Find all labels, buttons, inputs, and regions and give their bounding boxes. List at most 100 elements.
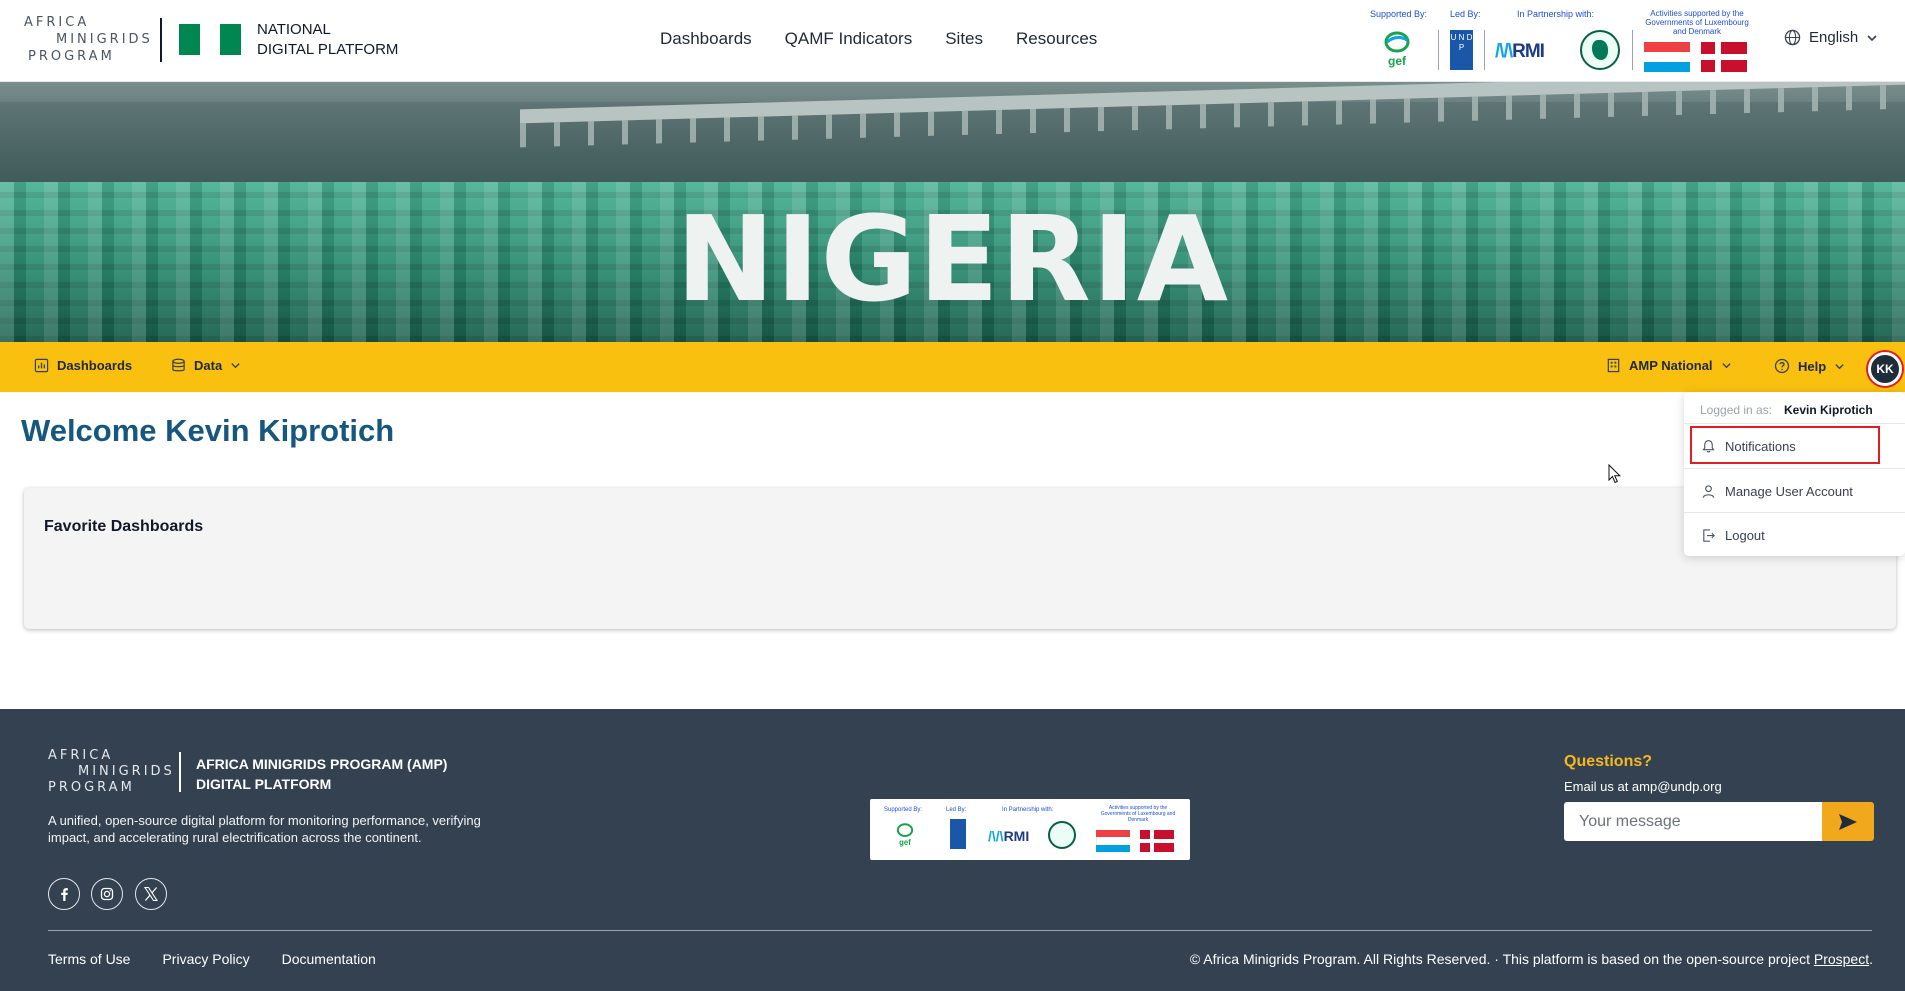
user-avatar-button[interactable]: KK — [1868, 352, 1902, 386]
globe-icon — [1784, 29, 1801, 46]
footer-partnership-caption: In Partnership with: — [1002, 807, 1054, 813]
copyright-period: . — [1869, 951, 1873, 967]
chevron-down-icon — [1835, 363, 1844, 369]
undp-logo-icon: U N D P — [1450, 30, 1473, 70]
secondary-nav: Dashboards Data AMP National Help — [0, 342, 1905, 392]
footer-title-line1: AFRICA MINIGRIDS PROGRAM (AMP) — [196, 756, 448, 772]
database-icon — [172, 358, 185, 372]
footer-led-by-caption: Led By: — [946, 807, 967, 813]
logo-line-africa: AFRICA — [24, 15, 90, 30]
nav-sites[interactable]: Sites — [945, 29, 983, 49]
facebook-link[interactable] — [48, 878, 80, 910]
footer-gef-label: gef — [899, 838, 911, 847]
building-icon — [1607, 358, 1620, 373]
subnav-amp-national-label: AMP National — [1629, 358, 1713, 373]
instagram-icon — [100, 887, 114, 901]
x-twitter-link[interactable] — [135, 878, 167, 910]
hero-banner: NIGERIA — [0, 82, 1905, 342]
chevron-down-icon — [1721, 363, 1731, 369]
user-menu-dropdown: Logged in as: Kevin Kiprotich Notificati… — [1684, 392, 1905, 556]
footer-logo-line-minigrids: MINIGRIDS — [78, 764, 175, 779]
footer-rmi-label: RMI — [1003, 828, 1030, 844]
partner-logos: Supported By: Led By: In Partnership wit… — [1352, 8, 1752, 74]
footer-activities-caption: Activities supported by the Governments … — [1100, 805, 1176, 823]
footer-rmi-logo-icon: /\/\RMI — [988, 828, 1030, 844]
nav-qamf-indicators[interactable]: QAMF Indicators — [785, 29, 913, 49]
platform-title-line2: DIGITAL PLATFORM — [257, 41, 399, 58]
chevron-down-icon — [231, 363, 240, 369]
footer-amp-logo[interactable]: AFRICA MINIGRIDS PROGRAM — [48, 748, 175, 796]
copyright-notice: © Africa Minigrids Program. All Rights R… — [1190, 951, 1873, 967]
footer-links: Terms of Use Privacy Policy Documentatio… — [48, 951, 376, 967]
x-twitter-icon — [143, 886, 159, 902]
main-nav: Dashboards QAMF Indicators Sites Resourc… — [660, 29, 1097, 49]
user-icon — [1702, 484, 1715, 498]
top-header: AFRICA MINIGRIDS PROGRAM NATIONAL DIGITA… — [0, 0, 1905, 82]
partner-divider — [1632, 30, 1633, 70]
language-label: English — [1809, 29, 1859, 46]
logged-in-username: Kevin Kiprotich — [1784, 403, 1873, 417]
subnav-data-label: Data — [194, 358, 223, 373]
footer-description: A unified, open-source digital platform … — [48, 813, 481, 845]
terms-of-use-link[interactable]: Terms of Use — [48, 951, 130, 967]
subnav-amp-national-dropdown[interactable]: AMP National — [1606, 358, 1732, 373]
amp-logo[interactable]: AFRICA MINIGRIDS PROGRAM — [24, 14, 150, 66]
subnav-dashboards-label: Dashboards — [57, 358, 133, 373]
send-icon — [1839, 813, 1857, 830]
nav-resources[interactable]: Resources — [1016, 29, 1097, 49]
footer-african-union-seal-icon — [1048, 821, 1076, 849]
copyright-text: © Africa Minigrids Program. All Rights R… — [1189, 951, 1810, 967]
message-input[interactable] — [1564, 802, 1822, 841]
subnav-data-dropdown[interactable]: Data — [171, 358, 241, 373]
activities-caption: Activities supported by the Governments … — [1645, 9, 1749, 36]
facebook-icon — [61, 888, 68, 901]
footer-luxembourg-flag-icon — [1096, 830, 1130, 852]
gef-label: gef — [1388, 54, 1407, 68]
logout-menu-item[interactable]: Logout — [1684, 513, 1905, 557]
contact-email-text: Email us at amp@undp.org — [1564, 779, 1722, 794]
language-selector[interactable]: English — [1784, 29, 1878, 46]
footer-logo-divider — [179, 752, 181, 792]
nav-dashboards[interactable]: Dashboards — [660, 29, 752, 49]
logged-in-label: Logged in as: — [1700, 403, 1773, 417]
partnership-caption: In Partnership with: — [1517, 9, 1595, 19]
footer-partner-logos: Supported By: Led By: In Partnership wit… — [870, 799, 1190, 860]
subnav-dashboards[interactable]: Dashboards — [34, 358, 132, 373]
supported-by-caption: Supported By: — [1370, 9, 1428, 19]
manage-user-account-label: Manage User Account — [1725, 483, 1853, 499]
luxembourg-flag-icon — [1644, 42, 1690, 72]
platform-title-line1: NATIONAL — [257, 21, 331, 38]
nigeria-flag-icon — [179, 24, 242, 55]
instagram-link[interactable] — [91, 878, 123, 910]
subnav-help-dropdown[interactable]: Help — [1774, 358, 1845, 374]
platform-title: NATIONAL DIGITAL PLATFORM — [257, 20, 398, 60]
send-message-button[interactable] — [1822, 802, 1874, 841]
footer-supported-by-caption: Supported By: — [884, 807, 923, 813]
help-circle-icon — [1774, 358, 1790, 374]
manage-user-account-menu-item[interactable]: Manage User Account — [1684, 469, 1905, 513]
rmi-logo-icon: /\/\RMI — [1495, 41, 1545, 62]
footer-title-line2: DIGITAL PLATFORM — [196, 776, 332, 792]
country-title: NIGERIA — [675, 190, 1230, 328]
footer-logo-line-program: PROGRAM — [48, 780, 135, 795]
site-footer: AFRICA MINIGRIDS PROGRAM AFRICA MINIGRID… — [0, 709, 1905, 991]
prospect-link[interactable]: Prospect — [1814, 951, 1869, 967]
footer-divider — [48, 930, 1872, 931]
logo-divider — [160, 18, 162, 62]
partner-divider — [1438, 30, 1439, 70]
led-by-caption: Led By: — [1450, 9, 1481, 19]
subnav-help-label: Help — [1798, 358, 1827, 374]
rmi-label: RMI — [1512, 41, 1545, 62]
denmark-flag-icon — [1701, 42, 1747, 72]
welcome-heading: Welcome Kevin Kiprotich — [21, 413, 395, 448]
privacy-policy-link[interactable]: Privacy Policy — [162, 951, 249, 967]
footer-logo-line-africa: AFRICA — [48, 748, 114, 763]
footer-denmark-flag-icon — [1140, 830, 1174, 852]
documentation-link[interactable]: Documentation — [282, 951, 376, 967]
chevron-down-icon — [1867, 34, 1877, 41]
logo-line-program: PROGRAM — [28, 49, 115, 64]
questions-heading: Questions? — [1564, 753, 1653, 770]
logout-icon — [1703, 528, 1715, 542]
bar-chart-icon — [34, 358, 49, 373]
notifications-highlight-box — [1690, 426, 1880, 464]
